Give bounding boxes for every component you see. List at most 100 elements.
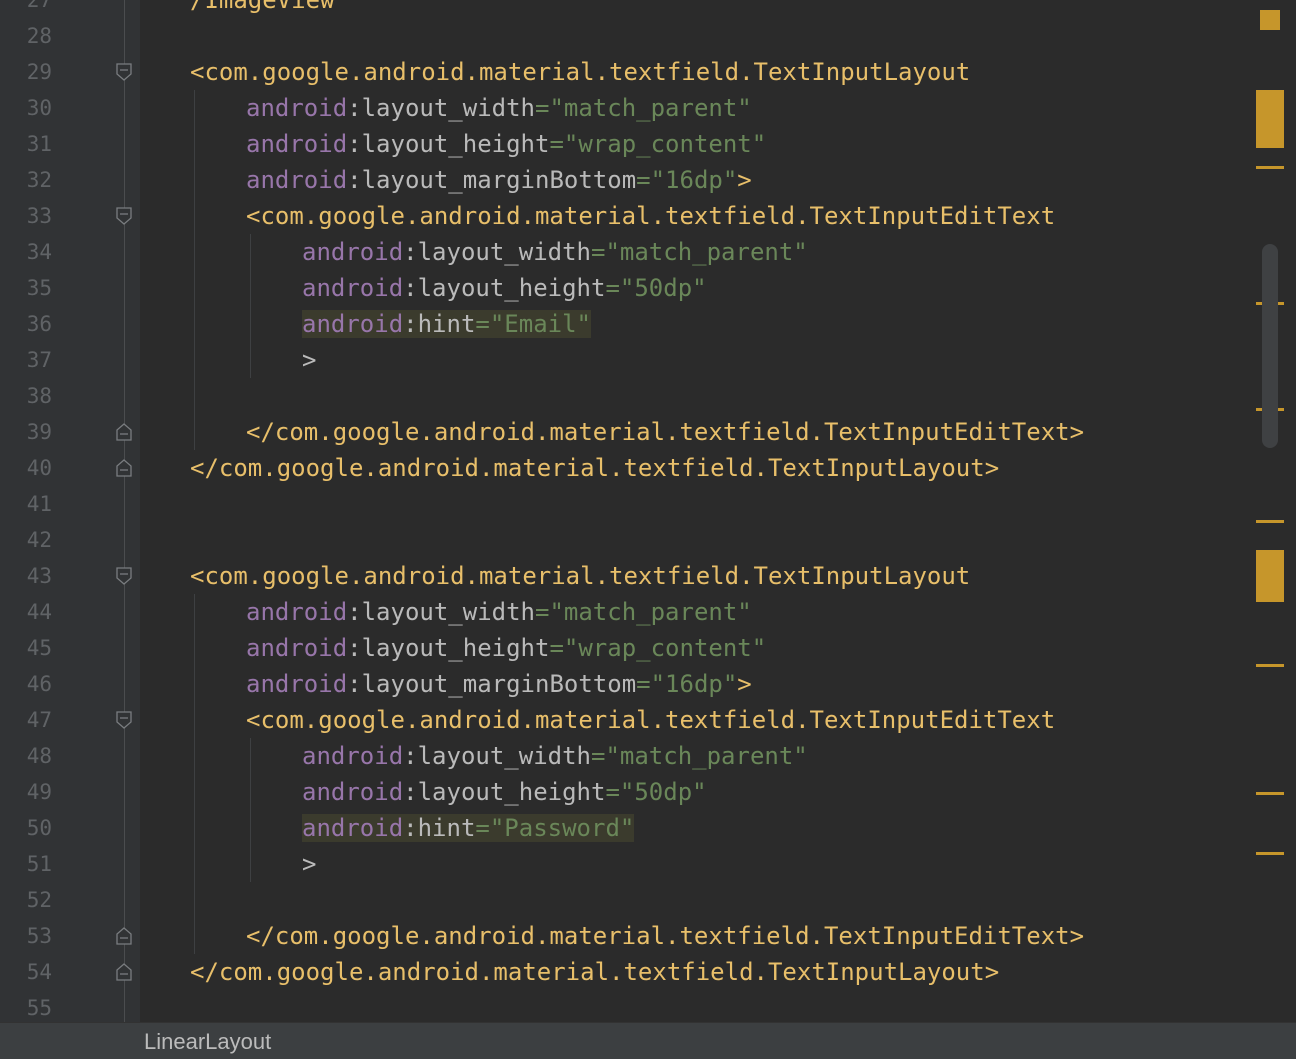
code-token: android — [302, 310, 404, 338]
warning-marker[interactable] — [1256, 852, 1284, 855]
code-token: android — [302, 778, 404, 806]
line-number: 29 — [26, 60, 52, 84]
line-number: 37 — [26, 348, 52, 372]
code-token: <com.google.android.material.textfield.T… — [190, 562, 971, 590]
indent-guide — [250, 234, 251, 378]
fold-end-icon[interactable] — [115, 926, 133, 946]
breadcrumb[interactable]: LinearLayout — [144, 1029, 271, 1055]
fold-end-icon[interactable] — [115, 422, 133, 442]
code-line[interactable]: android:layout_height="wrap_content" — [246, 630, 766, 666]
code-token: </com.google.android.material.textfield.… — [246, 418, 1085, 446]
fold-end-icon[interactable] — [115, 962, 133, 982]
code-token: ="Email" — [475, 310, 591, 338]
code-token: android — [246, 94, 348, 122]
code-line[interactable]: android:hint="Email" — [302, 306, 591, 342]
line-number: 48 — [26, 744, 52, 768]
code-token: <com.google.android.material.textfield.T… — [246, 202, 1056, 230]
line-number: 31 — [26, 132, 52, 156]
fold-guide — [124, 0, 125, 1022]
code-token: android — [302, 238, 404, 266]
code-line[interactable]: </com.google.android.material.textfield.… — [190, 954, 999, 990]
code-token: ="match_parent" — [591, 238, 808, 266]
code-token: ="50dp" — [605, 778, 707, 806]
code-line[interactable]: </com.google.android.material.textfield.… — [190, 450, 999, 486]
code-line[interactable]: android:layout_width="match_parent" — [302, 234, 808, 270]
line-number: 43 — [26, 564, 52, 588]
line-number: 40 — [26, 456, 52, 480]
code-token: </com.google.android.material.textfield.… — [190, 958, 1000, 986]
code-token: :layout_height — [403, 274, 606, 302]
fold-end-icon[interactable] — [115, 458, 133, 478]
line-number: 34 — [26, 240, 52, 264]
code-token: > — [737, 166, 752, 194]
code-line[interactable]: > — [302, 846, 316, 882]
code-token: ="50dp" — [605, 274, 707, 302]
code-token: ="16dp" — [636, 670, 738, 698]
code-token: android — [246, 670, 348, 698]
fold-collapse-icon[interactable] — [115, 206, 133, 226]
line-number: 46 — [26, 672, 52, 696]
code-line[interactable]: android:hint="Password" — [302, 810, 635, 846]
code-token: :layout_width — [403, 238, 591, 266]
warning-marker[interactable] — [1256, 520, 1284, 523]
line-number: 36 — [26, 312, 52, 336]
code-token: :hint — [403, 310, 476, 338]
code-line[interactable]: </com.google.android.material.textfield.… — [246, 414, 1084, 450]
code-line[interactable]: android:layout_marginBottom="16dp"> — [246, 666, 752, 702]
code-editor[interactable]: 27 28 29 30 31 32 33 34 35 36 37 38 39 40 41 42 43 44 45 46… — [0, 0, 1296, 1022]
code-line[interactable]: android:layout_width="match_parent" — [246, 594, 752, 630]
line-number: 38 — [26, 384, 52, 408]
line-number: 55 — [26, 996, 52, 1020]
line-number: 49 — [26, 780, 52, 804]
warning-marker[interactable] — [1256, 166, 1284, 169]
warning-marker[interactable] — [1260, 10, 1280, 30]
code-line[interactable]: android:layout_width="match_parent" — [302, 738, 808, 774]
line-number: 35 — [26, 276, 52, 300]
code-token: :layout_height — [403, 778, 606, 806]
warning-marker[interactable] — [1256, 664, 1284, 667]
code-token: android — [302, 814, 404, 842]
line-number: 53 — [26, 924, 52, 948]
fold-collapse-icon[interactable] — [115, 710, 133, 730]
warning-marker[interactable] — [1256, 90, 1284, 148]
code-token: ="match_parent" — [535, 598, 752, 626]
fold-collapse-icon[interactable] — [115, 566, 133, 586]
code-token: android — [246, 634, 348, 662]
warning-marker[interactable] — [1256, 550, 1284, 602]
code-token: ="wrap_content" — [549, 634, 767, 662]
line-number: 51 — [26, 852, 52, 876]
warning-marker[interactable] — [1256, 792, 1284, 795]
code-line[interactable]: <com.google.android.material.textfield.T… — [246, 702, 1055, 738]
code-line[interactable]: android:layout_height="50dp" — [302, 774, 707, 810]
code-token: :hint — [403, 814, 476, 842]
fold-collapse-icon[interactable] — [115, 62, 133, 82]
line-number: 50 — [26, 816, 52, 840]
code-line[interactable]: > — [302, 342, 316, 378]
error-stripe — [1252, 0, 1296, 1022]
code-token: ="16dp" — [636, 166, 738, 194]
code-token: <com.google.android.material.textfield.T… — [246, 706, 1056, 734]
vertical-scrollbar[interactable] — [1262, 244, 1278, 448]
code-line[interactable]: android:layout_height="wrap_content" — [246, 126, 766, 162]
code-line[interactable]: android:layout_marginBottom="16dp"> — [246, 162, 752, 198]
code-line[interactable]: <com.google.android.material.textfield.T… — [190, 558, 970, 594]
code-line[interactable]: <com.google.android.material.textfield.T… — [190, 54, 970, 90]
code-token: ="match_parent" — [535, 94, 752, 122]
code-token: ="Password" — [475, 814, 635, 842]
line-number: 45 — [26, 636, 52, 660]
line-number: 39 — [26, 420, 52, 444]
code-line[interactable]: </com.google.android.material.textfield.… — [246, 918, 1084, 954]
code-token: > — [302, 850, 317, 878]
code-line[interactable]: android:layout_width="match_parent" — [246, 90, 752, 126]
line-number: 44 — [26, 600, 52, 624]
line-number: 33 — [26, 204, 52, 228]
code-token: :layout_height — [347, 130, 550, 158]
line-number: 32 — [26, 168, 52, 192]
code-line[interactable]: <com.google.android.material.textfield.T… — [246, 198, 1055, 234]
code-line[interactable]: android:layout_height="50dp" — [302, 270, 707, 306]
code-line[interactable]: /ImageView — [190, 0, 335, 18]
indent-guide — [250, 738, 251, 882]
indent-guide — [194, 594, 195, 954]
code-token: </com.google.android.material.textfield.… — [246, 922, 1085, 950]
code-token: android — [302, 274, 404, 302]
